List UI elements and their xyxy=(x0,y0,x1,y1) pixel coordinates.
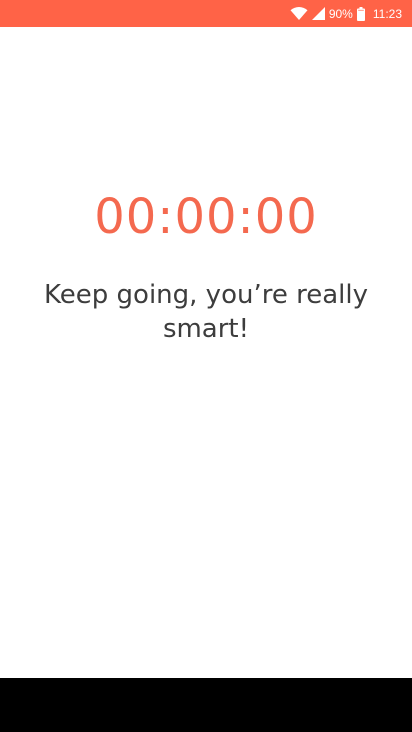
navigation-bar xyxy=(0,678,412,732)
status-icons: 90% 11:23 xyxy=(290,0,402,27)
status-bar: 90% 11:23 xyxy=(0,0,412,27)
cell-signal-icon xyxy=(311,7,325,20)
wifi-icon xyxy=(290,6,308,21)
main-content: 00:00:00 Keep going, you’re really smart… xyxy=(0,27,412,678)
battery-icon xyxy=(356,6,365,21)
clock: 11:23 xyxy=(372,6,402,21)
timer-display: 00:00:00 xyxy=(94,189,318,245)
battery-percent: 90% xyxy=(328,6,353,21)
encouragement-message: Keep going, you’re really smart! xyxy=(44,280,368,344)
